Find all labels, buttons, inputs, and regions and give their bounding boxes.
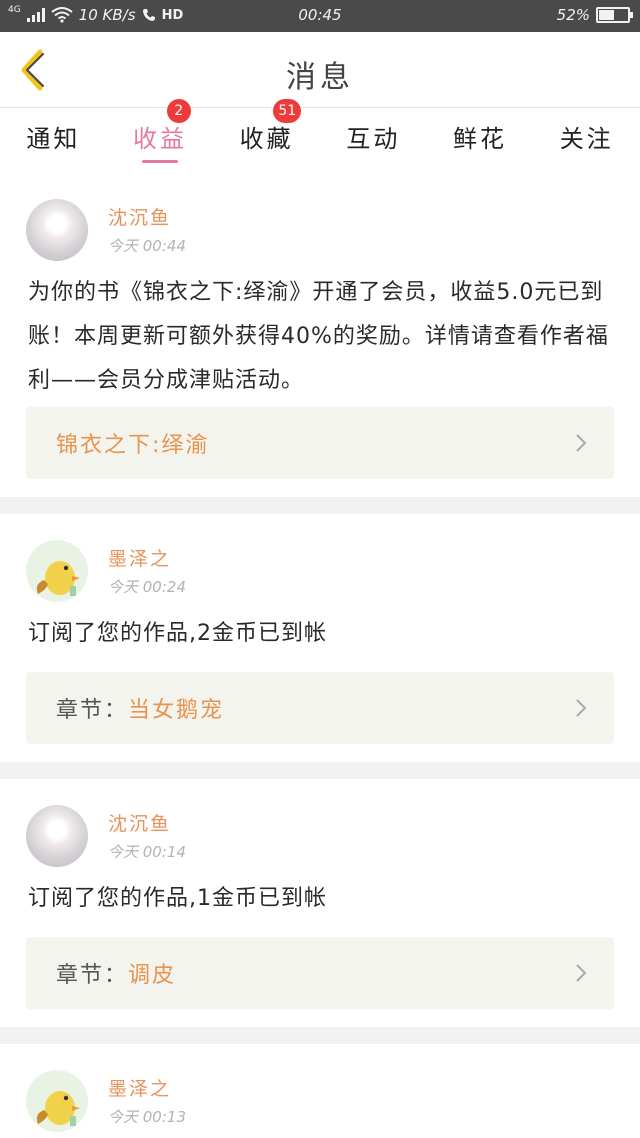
avatar[interactable]: [26, 805, 88, 867]
message-card: 墨泽之 今天 00:24 订阅了您的作品,2金币已到帐 章节：当女鹅宠: [0, 514, 640, 762]
battery-percent: 52%: [556, 6, 590, 24]
message-card: 墨泽之 今天 00:13: [0, 1044, 640, 1138]
page-title: 消息: [286, 60, 354, 95]
timestamp: 今天 00:44: [108, 237, 186, 255]
tab-earnings[interactable]: 收益 2: [107, 99, 214, 169]
tab-favorites[interactable]: 收藏 51: [213, 99, 320, 169]
chapter-link[interactable]: 章节：调皮: [26, 937, 614, 1009]
username[interactable]: 沈沉鱼: [108, 809, 171, 836]
avatar[interactable]: [26, 199, 88, 261]
chevron-right-icon: [576, 964, 587, 982]
tab-flowers[interactable]: 鲜花: [427, 109, 534, 169]
chapter-link[interactable]: 章节：当女鹅宠: [26, 672, 614, 744]
tab-label: 互动: [346, 125, 401, 153]
unread-badge: 2: [166, 99, 191, 123]
avatar[interactable]: [26, 540, 88, 602]
username[interactable]: 墨泽之: [108, 1074, 171, 1101]
username[interactable]: 沈沉鱼: [108, 203, 171, 230]
avatar[interactable]: [26, 1070, 88, 1132]
tab-interactions[interactable]: 互动: [320, 109, 427, 169]
chapter-prefix: 章节：: [56, 698, 129, 723]
tab-follows[interactable]: 关注: [533, 109, 640, 169]
unread-badge: 51: [273, 99, 302, 123]
message-list: 沈沉鱼 今天 00:44 为你的书《锦衣之下:绎渝》开通了会员，收益5.0元已到…: [0, 169, 640, 1138]
status-right: 52%: [556, 6, 633, 24]
timestamp: 今天 00:13: [108, 1108, 186, 1126]
tab-label: 鲜花: [453, 125, 508, 153]
bird-avatar-icon: [36, 561, 80, 596]
message-text: 为你的书《锦衣之下:绎渝》开通了会员，收益5.0元已到账！本周更新可额外获得40…: [28, 280, 609, 393]
chapter-prefix: 章节：: [56, 963, 129, 988]
timestamp: 今天 00:24: [108, 578, 186, 596]
tab-label: 收益: [133, 125, 187, 153]
message-text: 订阅了您的作品,2金币已到帐: [28, 621, 327, 646]
chevron-right-icon: [576, 699, 587, 717]
battery-icon: [596, 7, 633, 23]
chapter-title: 调皮: [128, 963, 177, 988]
tab-label: 关注: [559, 125, 614, 153]
chevron-right-icon: [576, 434, 587, 452]
tab-label: 收藏: [239, 125, 294, 153]
book-link[interactable]: 锦衣之下:绎渝: [26, 407, 614, 479]
tab-bar: 通知 收益 2 收藏 51 互动 鲜花 关注: [0, 99, 640, 169]
message-text: 订阅了您的作品,1金币已到帐: [28, 886, 327, 911]
clock: 00:45: [298, 6, 342, 24]
message-card: 沈沉鱼 今天 00:14 订阅了您的作品,1金币已到帐 章节：调皮: [0, 779, 640, 1027]
username[interactable]: 墨泽之: [108, 544, 171, 571]
bird-avatar-icon: [36, 1091, 80, 1126]
message-card: 沈沉鱼 今天 00:44 为你的书《锦衣之下:绎渝》开通了会员，收益5.0元已到…: [0, 169, 640, 497]
status-bar: 4G 10 KB/s HD 00:45 52%: [0, 0, 640, 32]
chapter-title: 当女鹅宠: [128, 698, 225, 723]
link-text: 锦衣之下:绎渝: [56, 427, 209, 459]
app-header: 消息: [0, 32, 640, 108]
book-title: 锦衣之下:绎渝: [56, 433, 210, 458]
link-text: 章节：当女鹅宠: [56, 692, 224, 724]
timestamp: 今天 00:14: [108, 843, 186, 861]
tab-notifications[interactable]: 通知: [0, 109, 107, 169]
tab-label: 通知: [26, 125, 81, 153]
link-text: 章节：调皮: [56, 957, 176, 989]
